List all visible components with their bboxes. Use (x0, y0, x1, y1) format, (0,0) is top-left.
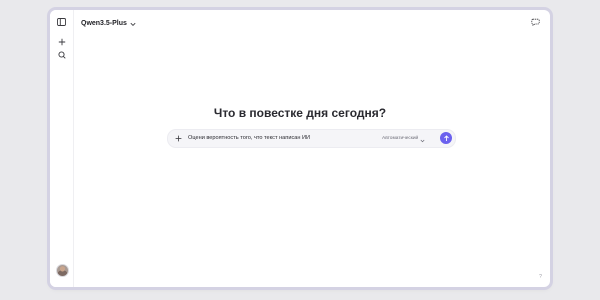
mode-selector[interactable]: Автоматический (382, 134, 425, 143)
message-input[interactable]: Оцени вероятность того, что текст написа… (188, 134, 358, 143)
chevron-down-icon (420, 130, 425, 148)
sidebar-toggle-icon[interactable] (56, 16, 67, 27)
model-name: Qwen3.5-Plus (81, 19, 127, 27)
mode-label: Автоматический (382, 136, 419, 141)
page-title: Что в повестке дня сегодня? (213, 106, 387, 120)
sidebar (50, 10, 74, 287)
chevron-down-icon (130, 14, 136, 32)
avatar[interactable] (56, 264, 69, 277)
arrow-up-icon (443, 134, 450, 142)
search-icon[interactable] (56, 49, 67, 60)
temporary-chat-icon[interactable] (530, 16, 540, 26)
chat-composer: Оцени вероятность того, что текст написа… (167, 129, 456, 148)
new-chat-plus-icon[interactable] (56, 36, 67, 47)
attach-plus-icon[interactable] (173, 133, 184, 144)
send-button[interactable] (440, 132, 452, 144)
model-selector[interactable]: Qwen3.5-Plus (81, 16, 136, 30)
help-icon[interactable]: ? (537, 273, 544, 280)
app-window: Qwen3.5-Plus Что в повестке дня сегодня?… (50, 10, 550, 287)
